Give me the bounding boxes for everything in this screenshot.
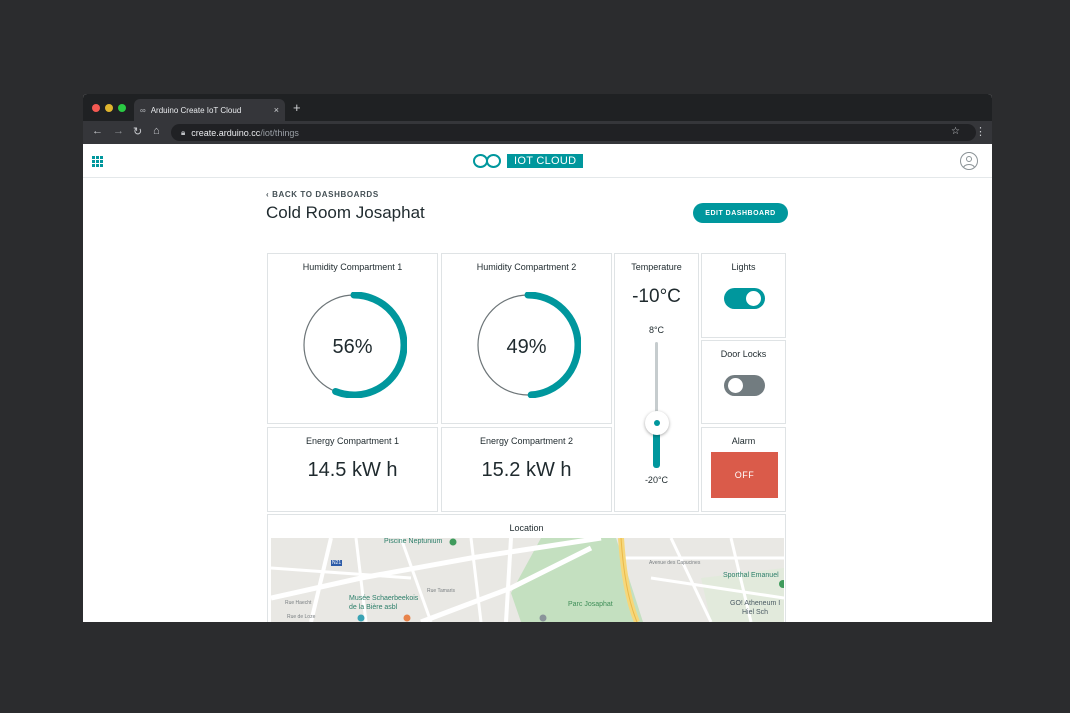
tab-close-icon[interactable]: × [274,105,279,115]
edit-dashboard-button[interactable]: EDIT DASHBOARD [693,203,788,223]
url-host: create.arduino.cc [191,127,261,138]
location-widget: Location Piscine Neptunium Avenue des Ca… [267,514,786,622]
lights-widget: Lights [701,253,786,338]
humidity-compartment-2-widget: Humidity Compartment 2 49% [441,253,612,424]
arduino-infinity-icon [473,153,503,169]
humidity-compartment-1-widget: Humidity Compartment 1 56% [267,253,438,424]
reload-icon[interactable]: ↻ [133,125,142,138]
browser-menu-icon[interactable]: ⋮ [975,125,986,138]
widget-label: Door Locks [720,349,767,359]
lights-toggle[interactable] [724,288,765,309]
maximize-window-button[interactable] [118,104,126,112]
back-arrow-icon[interactable]: ← [92,125,103,137]
lock-icon: 🔒︎ [181,127,186,137]
back-label: BACK TO DASHBOARDS [272,190,379,199]
energy-compartment-2-widget: Energy Compartment 2 15.2 kW h [441,427,612,512]
temperature-slider-handle[interactable] [645,411,669,435]
widget-label: Humidity Compartment 1 [302,262,403,272]
map-label-sporthal: Sporthal Emanuel [723,572,779,579]
map-label-rue-haecht: Rue Haecht [285,600,312,606]
widget-label: Energy Compartment 1 [305,436,400,446]
energy-compartment-1-widget: Energy Compartment 1 14.5 kW h [267,427,438,512]
forward-arrow-icon[interactable]: → [113,125,124,137]
user-avatar-icon[interactable] [960,152,978,170]
widget-label: Humidity Compartment 2 [476,262,577,272]
map-label-rue-tamaris: Rue Tamaris [427,588,455,594]
door-locks-toggle[interactable] [724,375,765,396]
map-label-musee-1: Musée Schaerbeekois [349,595,419,602]
location-map[interactable]: Piscine Neptunium Avenue des Capucines S… [271,538,784,622]
address-bar[interactable]: 🔒︎ create.arduino.cc/iot/things [171,124,976,141]
widget-label: Location [509,523,544,533]
map-label-piscine: Piscine Neptunium [384,538,443,545]
alarm-off-button[interactable]: OFF [711,452,778,498]
widget-label: Temperature [631,262,682,272]
browser-tab-bar: ∞ Arduino Create IoT Cloud × + [83,94,992,121]
humidity-2-value: 49% [506,336,547,358]
brand-label: IOT CLOUD [507,154,584,168]
widget-label: Lights [731,262,756,272]
browser-toolbar: ← → ↻ ⌂ 🔒︎ create.arduino.cc/iot/things … [83,121,992,144]
back-to-dashboards-link[interactable]: ‹ BACK TO DASHBOARDS [266,190,379,199]
app-header: IOT CLOUD [83,144,992,178]
new-tab-button[interactable]: + [293,100,301,115]
map-label-atheneum-2: Hiel Sch [742,609,769,616]
browser-window: ∞ Arduino Create IoT Cloud × + ← → ↻ ⌂ 🔒… [83,94,992,622]
energy-2-value: 15.2 kW h [481,459,572,481]
page-title: Cold Room Josaphat [266,203,425,222]
temperature-max-label: 8°C [648,325,665,335]
humidity-1-value: 56% [332,336,373,358]
map-route-n21: N21 [331,560,343,566]
map-label-capucines: Avenue des Capucines [649,560,701,566]
map-label-musee-2: de la Bière asbl [349,604,398,611]
map-label-rue-loze: Rue de Loze [287,614,316,620]
url-path: /iot/things [260,127,299,138]
tab-title: Arduino Create IoT Cloud [150,105,242,115]
temperature-min-label: -20°C [644,475,669,485]
dashboard-content: ‹ BACK TO DASHBOARDS Cold Room Josaphat … [83,178,992,622]
temperature-widget: Temperature -10°C 8°C -20°C [614,253,699,512]
home-icon[interactable]: ⌂ [153,125,160,137]
iot-cloud-logo[interactable]: IOT CLOUD [473,153,584,169]
arduino-favicon-icon: ∞ [140,105,146,115]
temperature-value: -10°C [632,286,681,307]
map-streets [271,538,784,622]
door-locks-widget: Door Locks [701,340,786,424]
widget-label: Energy Compartment 2 [479,436,574,446]
map-label-parc: Parc Josaphat [568,601,613,608]
map-label-atheneum-1: GO! Atheneum I [730,600,781,607]
bookmark-star-icon[interactable]: ☆ [951,126,960,137]
widget-label: Alarm [731,436,756,446]
browser-tab[interactable]: ∞ Arduino Create IoT Cloud × [134,99,285,121]
minimize-window-button[interactable] [105,104,113,112]
alarm-widget: Alarm OFF [701,427,786,512]
energy-1-value: 14.5 kW h [307,459,398,481]
close-window-button[interactable] [92,104,100,112]
apps-grid-icon[interactable] [92,156,103,167]
